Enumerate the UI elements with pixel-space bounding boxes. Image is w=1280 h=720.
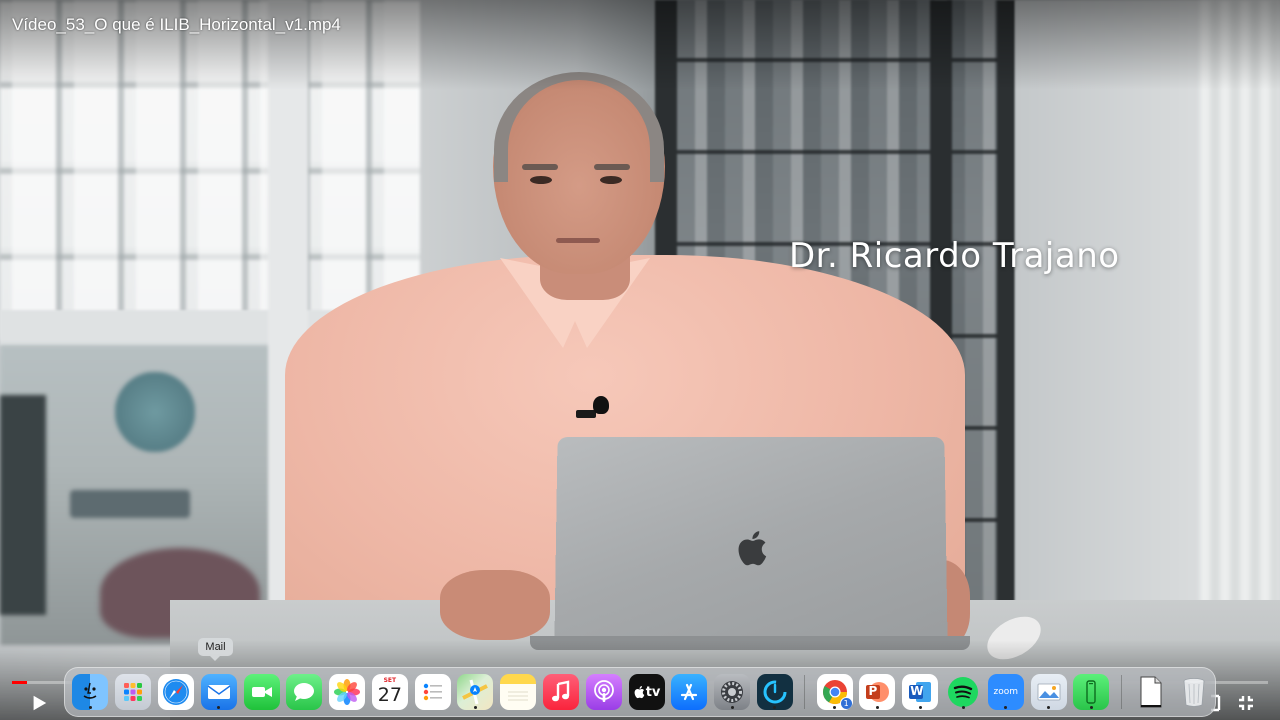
running-indicator bbox=[1004, 706, 1008, 709]
dock-launchpad[interactable] bbox=[115, 674, 152, 710]
reminders-list-icon bbox=[423, 683, 442, 701]
phone-icon bbox=[1086, 680, 1097, 704]
notes-lines-icon bbox=[508, 691, 529, 701]
mail-envelope-icon bbox=[207, 685, 231, 699]
dock-facetime[interactable] bbox=[243, 674, 280, 710]
finder-icon bbox=[83, 682, 97, 699]
exit-fullscreen-button[interactable] bbox=[1233, 690, 1259, 716]
video-frame[interactable] bbox=[0, 0, 1280, 720]
launchpad-grid-icon bbox=[124, 683, 143, 701]
lapel-mic bbox=[593, 396, 609, 414]
play-button[interactable] bbox=[24, 688, 54, 718]
progress-fill bbox=[12, 681, 28, 684]
maps-icon bbox=[462, 679, 489, 705]
presenter-mouth bbox=[556, 238, 600, 243]
apple-logo-icon bbox=[738, 531, 767, 566]
photos-flower-icon bbox=[334, 679, 361, 705]
dock-powerpoint[interactable]: P bbox=[859, 674, 896, 710]
dock-app-store[interactable] bbox=[671, 674, 708, 710]
lapel-mic-clip bbox=[576, 410, 596, 418]
dock-zoom[interactable]: zoom bbox=[987, 674, 1024, 710]
dock-spotify[interactable] bbox=[945, 674, 981, 710]
presenter-eye bbox=[530, 176, 552, 184]
trash-icon bbox=[1183, 678, 1205, 707]
running-indicator bbox=[88, 706, 92, 709]
running-indicator bbox=[875, 706, 879, 709]
dock-preview[interactable] bbox=[1030, 674, 1067, 710]
lower-third-name: Dr. Ricardo Trajano bbox=[789, 236, 1120, 276]
running-indicator bbox=[918, 706, 922, 709]
dock-green-app[interactable] bbox=[1073, 674, 1110, 710]
preview-photos-icon bbox=[1037, 683, 1060, 701]
running-indicator bbox=[961, 706, 965, 709]
laptop bbox=[554, 437, 948, 643]
chrome-badge: 1 bbox=[839, 697, 853, 710]
dock-reminders[interactable] bbox=[414, 674, 451, 710]
app-store-icon bbox=[681, 683, 698, 701]
play-icon bbox=[33, 695, 47, 711]
running-indicator bbox=[1047, 706, 1051, 709]
running-indicator bbox=[217, 706, 221, 709]
title-gradient bbox=[0, 0, 1280, 90]
dock-notes[interactable] bbox=[500, 674, 537, 710]
running-indicator bbox=[1089, 706, 1093, 709]
dock-gauge-app[interactable] bbox=[756, 674, 793, 710]
document-icon bbox=[1140, 676, 1162, 708]
messages-bubble-icon bbox=[294, 683, 315, 701]
dock-apple-tv[interactable]: tv bbox=[628, 674, 665, 710]
dock-finder[interactable] bbox=[72, 674, 109, 710]
dock-mail[interactable] bbox=[200, 674, 237, 710]
apple-tv-label: tv bbox=[645, 684, 661, 700]
dock-maps[interactable] bbox=[457, 674, 494, 710]
dock-photos[interactable] bbox=[329, 674, 366, 710]
calendar-month: SET bbox=[383, 677, 397, 684]
exit-fullscreen-icon bbox=[1239, 696, 1253, 710]
dock-tooltip: Mail bbox=[198, 638, 233, 661]
video-title: Vídeo_53_O que é ILIB_Horizontal_v1.mp4 bbox=[12, 15, 341, 34]
background-curtain bbox=[1200, 0, 1280, 640]
macos-dock: SET 27 tv 1 P W zoom bbox=[64, 667, 1216, 717]
apple-tv-logo-icon bbox=[634, 686, 645, 699]
podcasts-icon bbox=[593, 680, 614, 702]
running-indicator bbox=[833, 706, 837, 709]
presenter-brow bbox=[522, 164, 558, 170]
presenter-eye bbox=[600, 176, 622, 184]
safari-compass-icon bbox=[162, 679, 189, 705]
background-chair bbox=[70, 490, 190, 518]
running-indicator bbox=[473, 706, 477, 709]
gear-icon bbox=[721, 681, 744, 703]
dock-separator bbox=[1120, 675, 1122, 709]
zoom-label: zoom bbox=[993, 686, 1019, 697]
dock-messages[interactable] bbox=[286, 674, 323, 710]
calendar-day: 27 bbox=[377, 684, 402, 706]
background-plant bbox=[115, 372, 195, 452]
background-door bbox=[0, 395, 46, 615]
powerpoint-letter: P bbox=[868, 684, 878, 698]
facetime-camera-icon bbox=[251, 687, 272, 697]
dock-system-settings[interactable] bbox=[714, 674, 751, 710]
dock-safari[interactable] bbox=[157, 674, 194, 710]
music-note-icon bbox=[551, 680, 570, 702]
presenter-brow bbox=[594, 164, 630, 170]
gauge-icon bbox=[763, 680, 787, 704]
dock-document[interactable] bbox=[1133, 674, 1169, 710]
dock-calendar[interactable]: SET 27 bbox=[371, 674, 408, 710]
word-letter: W bbox=[910, 684, 924, 698]
dock-trash[interactable] bbox=[1176, 674, 1212, 710]
presenter-hand-left bbox=[440, 570, 550, 640]
dock-word[interactable]: W bbox=[902, 674, 939, 710]
spotify-icon bbox=[948, 677, 979, 707]
dock-music[interactable] bbox=[542, 674, 579, 710]
dock-podcasts[interactable] bbox=[585, 674, 622, 710]
dock-separator bbox=[804, 675, 806, 709]
running-indicator bbox=[730, 706, 734, 709]
running-indicator bbox=[773, 706, 777, 709]
dock-chrome[interactable]: 1 bbox=[816, 674, 853, 710]
